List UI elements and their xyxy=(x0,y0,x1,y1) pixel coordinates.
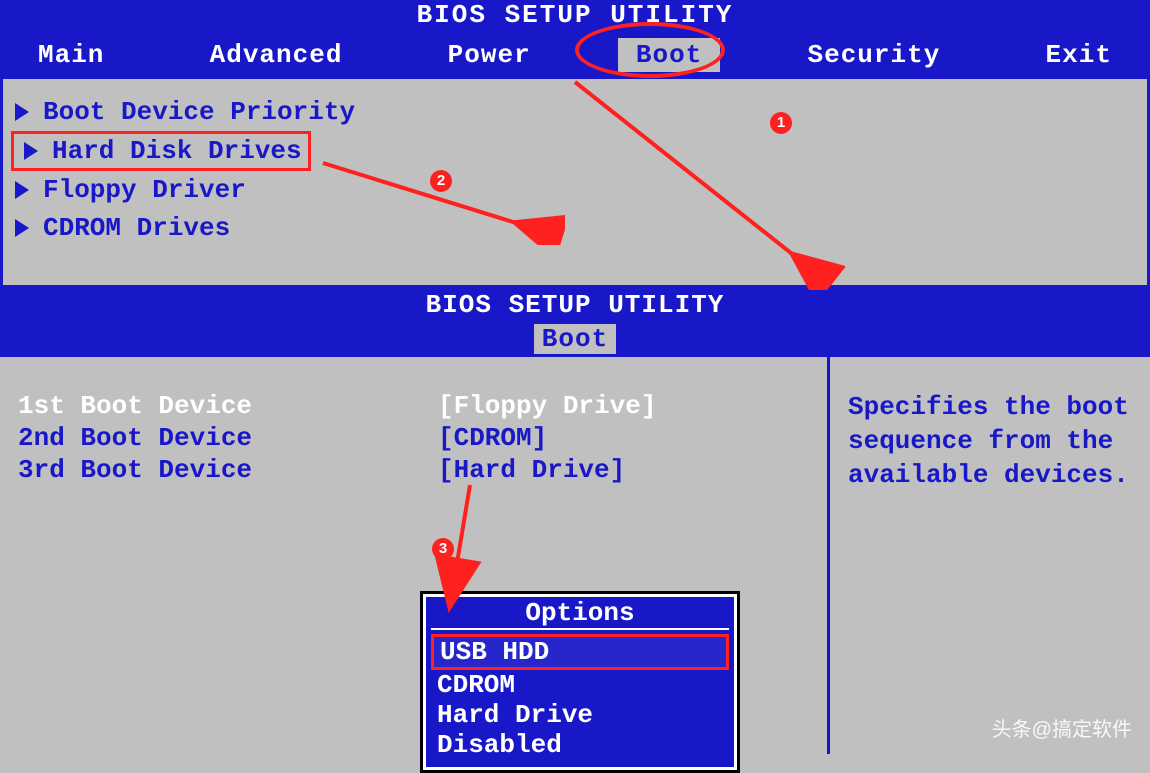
annotation-badge-1: 1 xyxy=(770,112,792,134)
option-hard-drive[interactable]: Hard Drive xyxy=(431,700,729,730)
menu-main[interactable]: Main xyxy=(20,38,122,72)
boot-submenu-panel: Boot Device Priority Hard Disk Drives Fl… xyxy=(0,76,1150,288)
options-title: Options xyxy=(431,598,729,630)
submenu-cdrom-drives[interactable]: CDROM Drives xyxy=(11,209,1139,247)
boot-device-label: 1st Boot Device xyxy=(18,391,438,421)
bios-title: BIOS SETUP UTILITY xyxy=(0,0,1150,30)
submenu-arrow-icon xyxy=(15,103,29,121)
submenu-floppy-driver[interactable]: Floppy Driver xyxy=(11,171,1139,209)
options-popup: Options USB HDD CDROM Hard Drive Disable… xyxy=(420,591,740,773)
menu-advanced[interactable]: Advanced xyxy=(192,38,361,72)
option-cdrom[interactable]: CDROM xyxy=(431,670,729,700)
annotation-badge-3: 3 xyxy=(432,538,454,560)
option-usb-hdd[interactable]: USB HDD xyxy=(431,634,729,670)
annotation-badge-2: 2 xyxy=(430,170,452,192)
submenu-arrow-icon xyxy=(24,142,38,160)
submenu-label: Hard Disk Drives xyxy=(52,136,302,166)
mid-tab-boot[interactable]: Boot xyxy=(534,324,616,354)
submenu-hard-disk-drives[interactable]: Hard Disk Drives xyxy=(11,131,311,171)
submenu-arrow-icon xyxy=(15,219,29,237)
menu-exit[interactable]: Exit xyxy=(1028,38,1130,72)
menu-bar: Main Advanced Power Boot Security Exit xyxy=(0,38,1150,72)
mid-title: BIOS SETUP UTILITY xyxy=(0,290,1150,320)
menu-power[interactable]: Power xyxy=(430,38,549,72)
boot-device-2[interactable]: 2nd Boot Device [CDROM] xyxy=(18,423,809,453)
submenu-label: CDROM Drives xyxy=(43,213,230,243)
menu-boot[interactable]: Boot xyxy=(618,38,720,72)
boot-device-label: 3rd Boot Device xyxy=(18,455,438,485)
submenu-boot-device-priority[interactable]: Boot Device Priority xyxy=(11,93,1139,131)
boot-device-list: 1st Boot Device [Floppy Drive] 2nd Boot … xyxy=(0,357,830,754)
submenu-label: Floppy Driver xyxy=(43,175,246,205)
boot-device-value: [CDROM] xyxy=(438,423,547,453)
help-text: Specifies the boot sequence from the ava… xyxy=(848,392,1129,490)
bios-header: BIOS SETUP UTILITY Main Advanced Power B… xyxy=(0,0,1150,76)
option-disabled[interactable]: Disabled xyxy=(431,730,729,760)
mid-header: BIOS SETUP UTILITY Boot xyxy=(0,288,1150,354)
submenu-arrow-icon xyxy=(15,181,29,199)
watermark: 头条@搞定软件 xyxy=(992,713,1132,742)
boot-device-label: 2nd Boot Device xyxy=(18,423,438,453)
menu-security[interactable]: Security xyxy=(790,38,959,72)
boot-device-value: [Floppy Drive] xyxy=(438,391,656,421)
submenu-label: Boot Device Priority xyxy=(43,97,355,127)
boot-device-1[interactable]: 1st Boot Device [Floppy Drive] xyxy=(18,391,809,421)
boot-device-3[interactable]: 3rd Boot Device [Hard Drive] xyxy=(18,455,809,485)
boot-device-panel: 1st Boot Device [Floppy Drive] 2nd Boot … xyxy=(0,354,1150,754)
boot-device-value: [Hard Drive] xyxy=(438,455,625,485)
help-pane: Specifies the boot sequence from the ava… xyxy=(830,357,1150,754)
